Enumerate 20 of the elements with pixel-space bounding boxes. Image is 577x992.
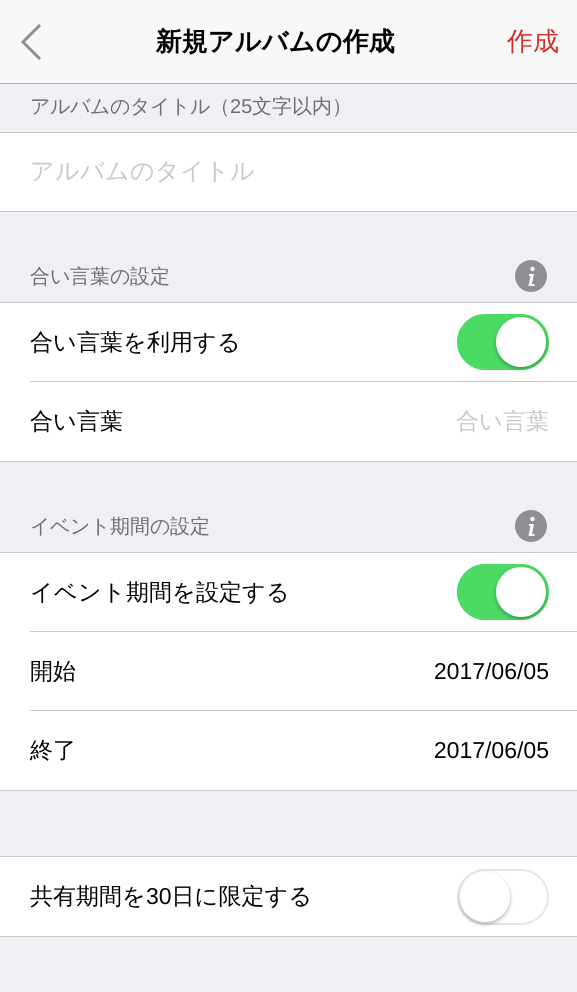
info-icon[interactable] (515, 260, 547, 292)
row-label: 開始 (30, 656, 76, 686)
back-icon[interactable] (18, 22, 44, 62)
passphrase-field[interactable]: 合い言葉 (349, 404, 549, 439)
row-label: 合い言葉 (30, 407, 123, 436)
info-icon[interactable] (515, 510, 547, 542)
create-button[interactable]: 作成 (507, 22, 559, 61)
row-label: イベント期間を設定する (30, 578, 290, 607)
date-value[interactable]: 2017/06/05 (434, 733, 549, 768)
row-label: 共有期間を30日に限定する (30, 882, 313, 912)
row-label: 終了 (30, 736, 76, 766)
title-field[interactable]: アルバムのタイトル (0, 133, 577, 212)
toggle-switch[interactable] (457, 564, 549, 620)
section-header: アルバムのタイトル（25文字以内） (30, 95, 352, 120)
section-header: イベント期間の設定 (30, 515, 210, 540)
row-label: 合い言葉を利用する (30, 328, 241, 357)
date-value[interactable]: 2017/06/05 (434, 654, 549, 688)
toggle-switch[interactable] (457, 314, 549, 370)
section-header: 合い言葉の設定 (30, 265, 170, 290)
window-title: 新規アルバムの作成 (156, 25, 395, 58)
